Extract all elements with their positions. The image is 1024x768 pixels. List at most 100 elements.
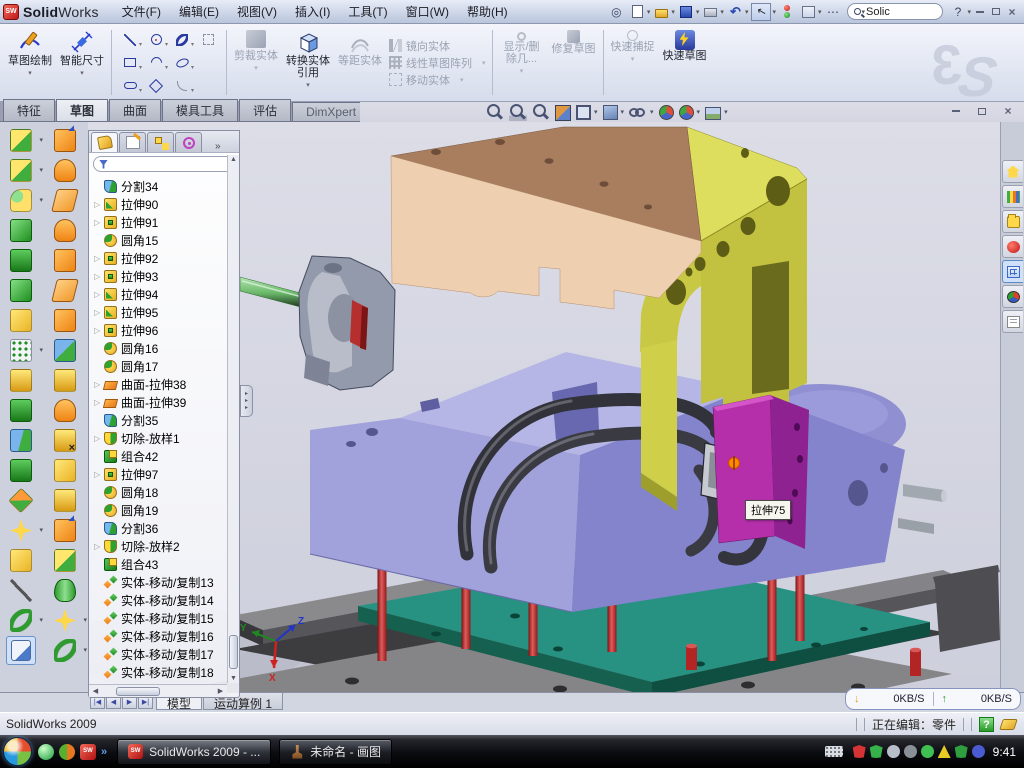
ribbon-tab-evaluate[interactable]: 评估 [239, 99, 291, 121]
part-side-insert[interactable] [713, 395, 809, 549]
taskbar-button-paint[interactable]: 未命名 - 画图 [279, 739, 392, 765]
tree-item[interactable]: 实体-移动/复制13 [89, 573, 227, 591]
print-dropdown[interactable]: ▾ [720, 8, 724, 16]
sketch-entity-select[interactable] [195, 28, 221, 51]
rapid-sketch-button[interactable]: 快速草图 [660, 27, 710, 98]
options-icon[interactable] [800, 3, 817, 20]
ribbon-tab-mold-tools[interactable]: 模具工具 [162, 99, 238, 121]
sketch-entity-polygon[interactable] [143, 74, 169, 97]
ellipse-dropdown[interactable]: ▾ [191, 64, 194, 71]
new-document-icon[interactable] [629, 3, 646, 20]
tree-item[interactable]: 组合43 [89, 555, 227, 573]
menu-item-5[interactable]: 窗口(W) [397, 1, 458, 22]
tool-elbow[interactable] [50, 396, 80, 425]
reference-geometry-dropdown[interactable]: ▾ [39, 526, 43, 534]
tray-network-icon[interactable] [921, 745, 934, 758]
select-tool-icon[interactable]: ↖ [751, 3, 771, 21]
taskpane-custom-properties-button[interactable] [1002, 310, 1023, 333]
tool-parting-surface[interactable] [50, 516, 80, 545]
tool-ref-geometry[interactable]: ▾ [50, 606, 80, 635]
tool-split[interactable] [6, 426, 36, 455]
tool-offset-surface[interactable] [50, 366, 80, 395]
taskbar-clock[interactable]: 9:41 [993, 745, 1016, 759]
tree-item[interactable]: 圆角16 [89, 339, 227, 357]
tree-item[interactable]: 圆角19 [89, 501, 227, 519]
taskpane-design-library-button[interactable] [1002, 210, 1023, 233]
expand-arrow[interactable]: ▷ [94, 326, 104, 335]
ribbon-tab-sketch[interactable]: 草图 [56, 99, 108, 121]
tree-item[interactable]: 实体-移动/复制15 [89, 609, 227, 627]
tree-item[interactable]: ▷曲面-拉伸38 [89, 375, 227, 393]
doc-restore-button[interactable] [974, 104, 990, 118]
fillet-dropdown[interactable]: ▾ [39, 196, 43, 204]
tray-defender-icon[interactable] [955, 745, 968, 758]
line-dropdown[interactable]: ▾ [139, 41, 142, 48]
print-icon[interactable] [702, 3, 719, 20]
tool-linear-pattern[interactable]: ▾ [6, 336, 36, 365]
view-orientation-dropdown[interactable]: ▾ [594, 108, 598, 116]
tab-featuremanager[interactable] [91, 132, 118, 152]
sketch-entity-circle[interactable]: ▾ [143, 28, 169, 51]
tree-item[interactable]: ▷拉伸97 [89, 465, 227, 483]
tool-core[interactable] [50, 576, 80, 605]
sketch-button[interactable]: 草图绘制▾ [5, 27, 55, 98]
tree-item[interactable]: ▷拉伸96 [89, 321, 227, 339]
app-minimize-button[interactable] [972, 5, 988, 19]
tool-instant3d[interactable] [6, 636, 36, 665]
tab-propertymanager[interactable] [119, 132, 146, 152]
browser-icon[interactable] [59, 744, 75, 760]
tree-item[interactable]: ▷拉伸94 [89, 285, 227, 303]
tree-item[interactable]: 实体-移动/复制14 [89, 591, 227, 609]
tool-fill-surface[interactable] [50, 306, 80, 335]
arc-dropdown[interactable]: ▾ [165, 64, 168, 71]
menu-item-4[interactable]: 工具(T) [339, 1, 396, 22]
doc-minimize-button[interactable] [948, 104, 964, 118]
section-view-icon[interactable] [555, 105, 571, 121]
tab-configurationmanager[interactable] [147, 132, 174, 152]
tree-item[interactable]: ▷拉伸90 [89, 195, 227, 213]
tree-item[interactable]: 实体-移动/复制16 [89, 627, 227, 645]
quick-launch-chevron[interactable]: » [101, 746, 107, 758]
tool-curve2[interactable]: ▾ [50, 636, 80, 665]
undo-dropdown[interactable]: ▾ [745, 8, 749, 16]
help-dropdown[interactable]: ▾ [967, 8, 971, 16]
taskbar-button-solidworks[interactable]: SW SolidWorks 2009 - ... [117, 739, 271, 765]
fillet-dropdown[interactable]: ▾ [191, 87, 194, 94]
view-orientation-icon[interactable] [576, 105, 591, 120]
menu-item-1[interactable]: 编辑(E) [170, 1, 228, 22]
expand-arrow[interactable]: ▷ [94, 308, 104, 317]
tool-planar-surface[interactable] [50, 276, 80, 305]
open-dropdown[interactable]: ▾ [671, 8, 675, 16]
tree-item[interactable]: 圆角18 [89, 483, 227, 501]
save-icon[interactable] [678, 3, 695, 20]
taskpane-view-palette-button[interactable] [1002, 260, 1023, 283]
scroll-left-arrow[interactable]: ◀ [89, 687, 102, 695]
scroll-up-arrow[interactable]: ▲ [228, 156, 239, 163]
tray-sync-icon[interactable] [972, 745, 985, 758]
search-input[interactable]: ▾ Solic [847, 3, 943, 20]
menu-item-6[interactable]: 帮助(H) [458, 1, 517, 22]
tool-move-copy[interactable] [6, 486, 36, 515]
sketch-entity-rectangle[interactable]: ▾ [117, 51, 143, 74]
tree-item[interactable]: 分割36 [89, 519, 227, 537]
expand-arrow[interactable]: ▷ [94, 290, 104, 299]
sketch-entity-fillet[interactable]: ▾ [169, 74, 195, 97]
tree-item[interactable]: 圆角17 [89, 357, 227, 375]
tool-revolved-surface[interactable] [50, 156, 80, 185]
zoom-to-area-icon[interactable] [509, 103, 527, 121]
expand-arrow[interactable]: ▷ [94, 434, 104, 443]
tool-parting-line[interactable] [50, 456, 80, 485]
open-icon[interactable] [653, 3, 670, 20]
sketch-entity-point[interactable] [195, 74, 221, 97]
view-settings-icon[interactable] [705, 107, 721, 120]
tool-delete-face[interactable] [50, 426, 80, 455]
tree-item[interactable]: 实体-移动/复制17 [89, 645, 227, 663]
tool-plane[interactable] [6, 546, 36, 575]
tray-volume-icon[interactable] [904, 745, 917, 758]
doc-close-button[interactable]: × [1000, 104, 1016, 118]
expand-arrow[interactable]: ▷ [94, 272, 104, 281]
options-dropdown[interactable]: ▾ [818, 8, 822, 16]
taskpane-appearances-button[interactable] [1002, 285, 1023, 308]
curve-dropdown[interactable]: ▾ [39, 616, 43, 624]
tool-extend-surface[interactable] [50, 186, 80, 215]
